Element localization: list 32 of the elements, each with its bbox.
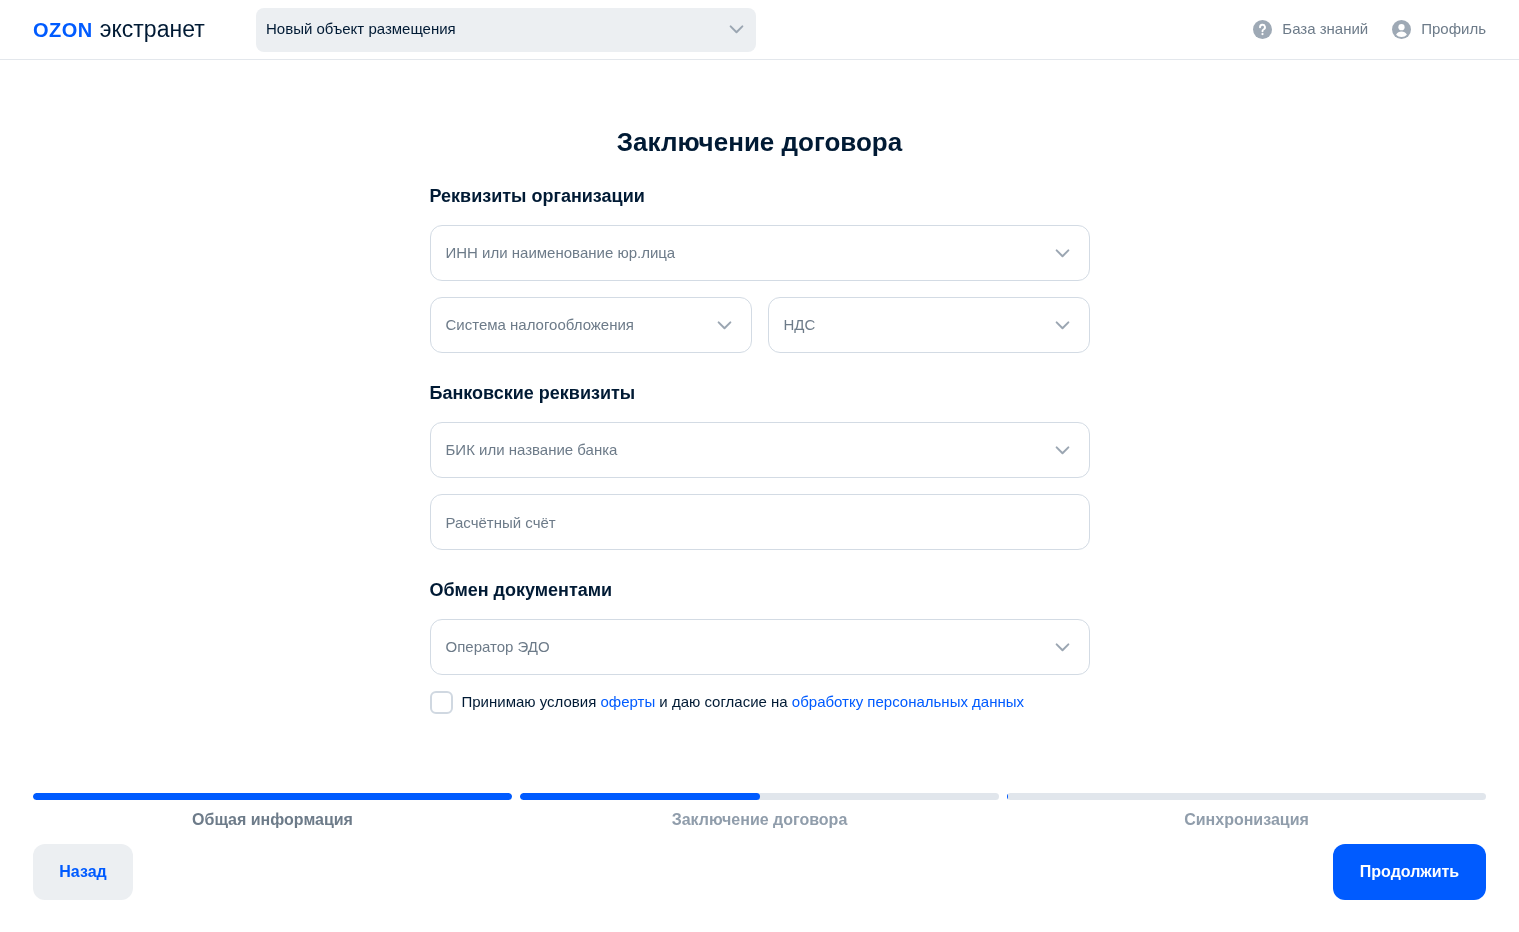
text-input-field[interactable]: Расчётный счёт: [429, 494, 1090, 550]
continue-button[interactable]: Продолжить: [1333, 844, 1486, 900]
profile-link[interactable]: Профиль: [1392, 18, 1486, 41]
dropdown-field[interactable]: НДС: [767, 297, 1090, 353]
chevron-down-icon: [729, 25, 744, 34]
help-link[interactable]: База знаний: [1253, 18, 1369, 41]
dropdown-field[interactable]: Система налогообложения: [429, 297, 752, 353]
logo-brand: OZON: [33, 20, 93, 40]
chevron-down-icon: [716, 320, 732, 330]
step-label: Синхронизация: [1184, 810, 1309, 830]
consent-text: Принимаю условия оферты и даю согласие на обработку персональных данных: [461, 692, 1025, 713]
checkbox[interactable]: [429, 691, 453, 714]
section-heading: Реквизиты организации: [429, 185, 646, 208]
back-button[interactable]: Назад: [33, 844, 133, 900]
step-label: Общая информация: [192, 810, 353, 830]
section-heading: Банковские реквизиты: [429, 382, 637, 405]
user-icon: [1392, 20, 1412, 39]
step-label: Заключение договора: [671, 810, 848, 830]
chevron-down-icon: [1054, 248, 1070, 258]
dropdown-field[interactable]: Оператор ЭДО: [429, 619, 1090, 675]
chevron-down-icon: [1054, 320, 1070, 330]
dropdown-field[interactable]: БИК или название банка: [429, 422, 1090, 478]
text-link[interactable]: обработку персональных данных: [791, 693, 1025, 711]
property-dropdown[interactable]: Новый объект размещения: [256, 7, 756, 52]
help-icon: [1253, 20, 1273, 39]
page-title: Заключение договора: [615, 126, 904, 158]
logo-product: экстранет: [99, 18, 205, 41]
section-heading: Обмен документами: [429, 579, 614, 602]
text-link[interactable]: оферты: [600, 693, 656, 711]
chevron-down-icon: [1054, 642, 1070, 652]
chevron-down-icon: [1054, 445, 1070, 455]
dropdown-field[interactable]: ИНН или наименование юр.лица: [429, 225, 1090, 281]
